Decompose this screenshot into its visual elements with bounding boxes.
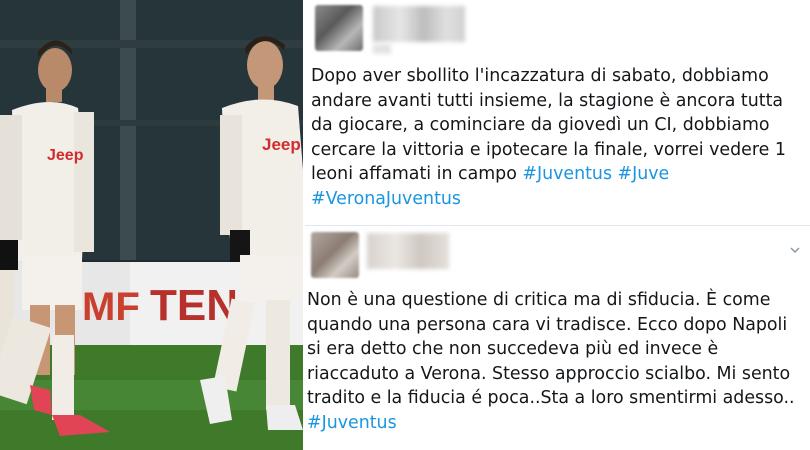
hashtag-link[interactable]: #Juve <box>618 164 670 184</box>
sponsor-board-right: TEN <box>150 281 238 330</box>
tweet-line: quando una persona cara vi tradisce. Ecc… <box>307 314 788 335</box>
tweet-line: leoni affamati in campo <box>311 164 523 185</box>
tweet-line: Non è una questione di critica ma di sfi… <box>307 290 771 310</box>
author-name-blurred <box>367 233 449 269</box>
hashtag-link[interactable]: #Juventus <box>307 413 397 433</box>
tweet-line: tradito e la fiducia é poca..Sta a loro … <box>307 388 795 409</box>
avatar[interactable] <box>315 5 363 51</box>
tweet-line: andare avanti tutti insieme, la stagione… <box>311 90 784 111</box>
chevron-down-icon[interactable] <box>788 243 802 257</box>
tweet-separator <box>305 225 810 226</box>
avatar[interactable] <box>311 232 359 278</box>
tweet-line: riaccaduto a Verona. Stesso approccio sc… <box>307 363 791 384</box>
tweet-card[interactable]: Non è una questione di critica ma di sfi… <box>305 227 810 450</box>
sponsor-board-left: MF <box>82 285 140 329</box>
tweet-line: cercare la vittoria e ipotecare la final… <box>311 139 786 160</box>
tweet-line: si era detto che non succedeva più ed in… <box>307 339 719 360</box>
tweet-card[interactable]: Dopo aver sbollito l'incazzatura di saba… <box>305 0 810 226</box>
players-photo: MF TEN Jeep Jeep <box>0 0 303 450</box>
tweet-line: da giocare, a cominciare da giovedì un C… <box>311 115 770 136</box>
tweet-text: Dopo aver sbollito l'incazzatura di saba… <box>311 64 786 212</box>
shirt-sponsor-left: Jeep <box>47 147 84 164</box>
hashtag-link[interactable]: #Juventus <box>522 164 612 184</box>
author-name-blurred <box>373 6 465 42</box>
shirt-sponsor-right: Jeep <box>262 135 301 154</box>
hashtag-link[interactable]: #VeronaJuventus <box>311 189 461 209</box>
tweet-text: Non è una questione di critica ma di sfi… <box>307 288 795 436</box>
author-handle-blurred <box>373 44 391 54</box>
tweet-line: Dopo aver sbollito l'incazzatura di saba… <box>311 66 769 86</box>
